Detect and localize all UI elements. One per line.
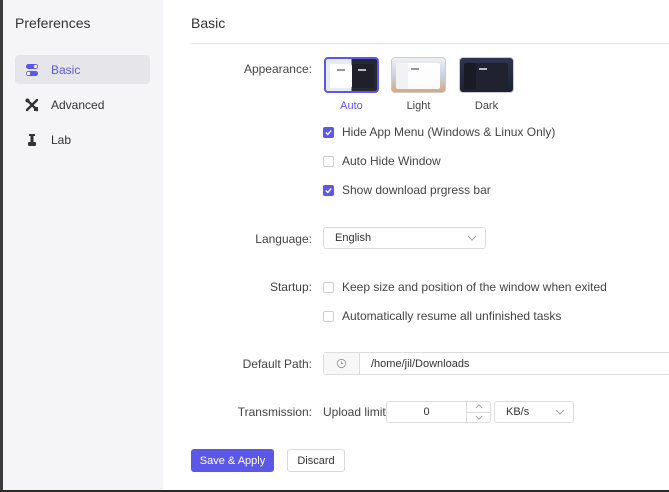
sidebar-nav: Basic Advanced Lab [15, 55, 150, 160]
sidebar-item-basic[interactable]: Basic [15, 55, 150, 84]
theme-dark-thumb [459, 57, 514, 93]
page-title: Basic [191, 15, 226, 31]
language-select[interactable]: English [323, 227, 486, 249]
sidebar-item-lab[interactable]: Lab [15, 125, 150, 154]
option-keep-window-size[interactable]: Keep size and position of the window whe… [323, 280, 607, 294]
chevron-down-icon [467, 235, 477, 241]
title-divider [191, 43, 669, 44]
checkbox[interactable] [323, 310, 334, 322]
checkbox[interactable] [323, 155, 334, 167]
theme-auto-thumb [324, 57, 379, 93]
sidebar-item-label: Lab [51, 132, 72, 147]
check-icon [325, 129, 332, 136]
browse-button[interactable] [324, 353, 360, 374]
theme-light-thumb [391, 57, 446, 93]
sidebar-title: Preferences [15, 15, 91, 31]
upload-unit-value: KB/s [506, 406, 530, 418]
increment-button[interactable] [467, 402, 490, 413]
theme-auto[interactable]: Auto [324, 57, 379, 112]
save-apply-button[interactable]: Save & Apply [191, 449, 274, 472]
decrement-button[interactable] [467, 413, 490, 423]
option-hide-app-menu[interactable]: Hide App Menu (Windows & Linux Only) [323, 125, 555, 139]
theme-dark-label: Dark [474, 100, 499, 112]
upload-limit-value[interactable]: 0 [387, 402, 466, 422]
appearance-label: Appearance: [243, 62, 312, 76]
option-label: Hide App Menu (Windows & Linux Only) [342, 125, 556, 139]
flask-icon [25, 133, 39, 147]
checkbox[interactable] [323, 126, 334, 138]
clock-icon [336, 358, 347, 369]
startup-label: Startup: [269, 280, 312, 294]
theme-dark[interactable]: Dark [459, 57, 514, 112]
option-auto-hide-window[interactable]: Auto Hide Window [323, 154, 441, 168]
option-label: Automatically resume all unfinished task… [342, 309, 562, 323]
default-path-label: Default Path: [242, 357, 312, 371]
option-resume-tasks[interactable]: Automatically resume all unfinished task… [323, 309, 561, 323]
transmission-label: Transmission: [237, 405, 312, 419]
check-icon [325, 187, 332, 194]
sidebar-item-label: Advanced [51, 97, 105, 112]
language-value: English [335, 232, 372, 244]
upload-limit-label: Upload limit [323, 405, 386, 419]
toggle-icon [25, 63, 39, 77]
theme-light[interactable]: Light [391, 57, 446, 112]
sidebar: Preferences Basic Advanced Lab [3, 0, 163, 490]
language-label: Language: [255, 232, 312, 246]
main-panel: Basic Appearance: Auto Light Dark Hide A… [163, 0, 669, 490]
option-label: Keep size and position of the window whe… [342, 280, 607, 294]
sidebar-item-label: Basic [51, 62, 81, 77]
stepper-buttons [466, 402, 490, 422]
sidebar-item-advanced[interactable]: Advanced [15, 90, 150, 119]
chevron-down-icon [555, 409, 565, 415]
theme-light-label: Light [406, 100, 431, 112]
option-show-progress-bar[interactable]: Show download prgress bar [323, 183, 491, 197]
checkbox[interactable] [323, 281, 334, 293]
default-path-field[interactable]: /home/jil/Downloads [323, 352, 669, 375]
discard-button[interactable]: Discard [287, 449, 345, 472]
preferences-window: Preferences Basic Advanced Lab Basic App… [0, 0, 669, 490]
default-path-value: /home/jil/Downloads [371, 357, 470, 370]
upload-limit-stepper[interactable]: 0 [386, 401, 491, 423]
tools-icon [25, 98, 39, 112]
upload-unit-select[interactable]: KB/s [494, 401, 574, 423]
theme-auto-label: Auto [340, 100, 363, 112]
option-label: Show download prgress bar [342, 183, 491, 197]
chevron-up-icon [475, 404, 482, 409]
option-label: Auto Hide Window [342, 154, 441, 168]
chevron-down-icon [475, 415, 482, 420]
checkbox[interactable] [323, 184, 334, 196]
